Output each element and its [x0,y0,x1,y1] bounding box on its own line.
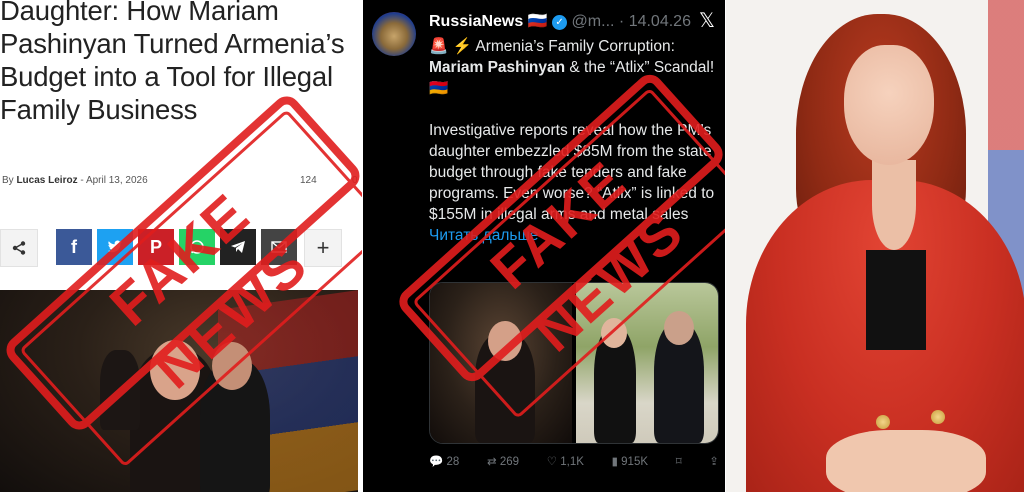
reply-icon: 💬 [429,456,444,468]
article-date: April 13, 2026 [85,175,148,186]
account-flag: 🇷🇺 [527,13,548,30]
media2-face-man [664,311,694,345]
reply-count: 28 [446,456,460,468]
article-headline[interactable]: Daughter: How Mariam Pashinyan Turned Ar… [0,0,362,126]
views-count: 915K [621,456,649,468]
upload-icon: ⇪ [709,456,719,468]
retweet-button[interactable]: ⇄ 269 [487,454,519,468]
tweet-actions: 💬 28 ⇄ 269 ♡ 1,1K ▮ 915K ⌑ ⇪ [429,454,719,468]
like-button[interactable]: ♡ 1,1K [547,454,584,468]
facebook-button[interactable]: f [56,229,92,265]
tweet-date[interactable]: 14.04.26 [629,13,691,30]
facebook-icon: f [71,236,77,257]
bookmark-button[interactable]: ⌑ [676,454,682,468]
portrait-top [866,250,926,350]
tweet-header: RussiaNews 🇷🇺 ✓ @m... · 14.04.26 [429,11,691,31]
account-handle[interactable]: @m... [572,13,615,30]
tweet-bold-name: Mariam Pashinyan [429,59,566,76]
tweet-line1: 🚨 ⚡ Armenia’s Family Corruption: [429,38,675,55]
retweet-icon: ⇄ [487,456,497,468]
tweet-panel: RussiaNews 🇷🇺 ✓ @m... · 14.04.26 𝕏 🚨 ⚡ A… [363,0,725,492]
heart-icon: ♡ [546,456,558,468]
views-icon: ▮ [611,456,618,468]
byline-separator: - [80,175,84,186]
article-byline: By Lucas Leiroz - April 13, 2026 [2,175,148,186]
like-count: 1,1K [560,456,584,468]
x-logo-icon[interactable]: 𝕏 [699,8,715,33]
reply-button[interactable]: 💬 28 [429,454,459,468]
avatar[interactable] [372,12,416,56]
share-tweet-button[interactable]: ⇪ [709,454,719,468]
jacket-button-1 [876,415,890,429]
portrait-face [844,45,934,165]
date-separator: · [618,13,625,30]
portrait-hands [826,430,986,492]
views-button[interactable]: ▮ 915K [612,454,648,468]
portrait-neck [872,160,916,250]
article-panel: Daughter: How Mariam Pashinyan Turned Ar… [0,0,362,492]
share-icon[interactable] [0,229,38,267]
verified-badge-icon: ✓ [552,15,568,30]
author-link[interactable]: Lucas Leiroz [16,175,77,186]
byline-prefix: By [2,175,14,186]
retweet-count: 269 [499,456,520,468]
account-name[interactable]: RussiaNews [429,13,523,30]
portrait-panel [726,0,1024,492]
bookmark-icon: ⌑ [675,456,682,468]
jacket-button-2 [931,410,945,424]
